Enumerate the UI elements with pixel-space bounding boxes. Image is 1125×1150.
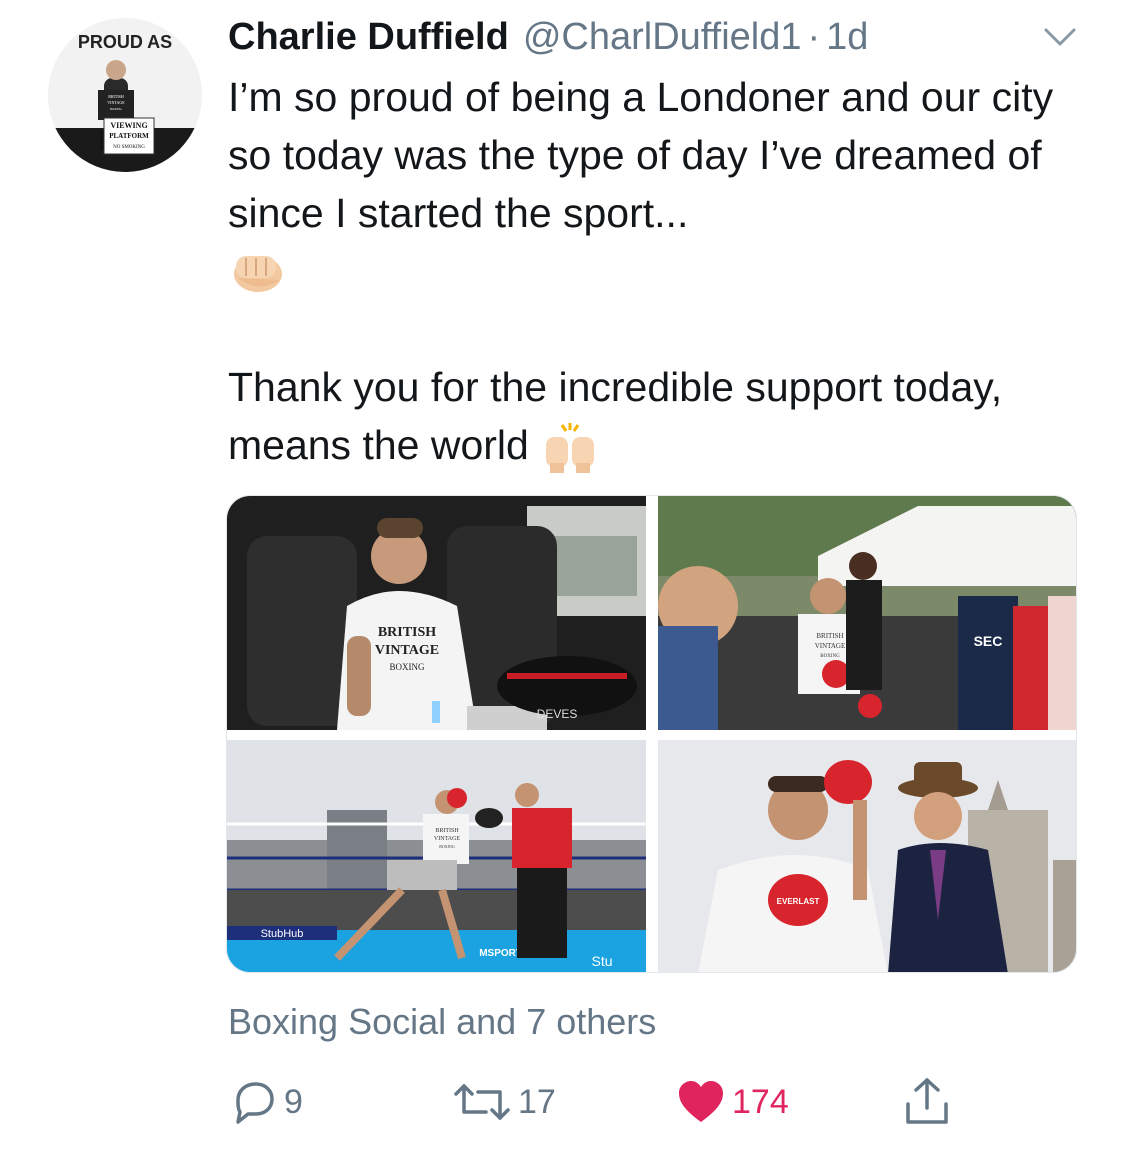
retweet-count: 17 <box>518 1082 556 1121</box>
tweet-actions: 9 17 174 <box>0 1070 1125 1134</box>
svg-text:VINTAGE: VINTAGE <box>815 642 846 650</box>
reply-icon <box>236 1082 274 1124</box>
chevron-down-icon[interactable] <box>1040 22 1080 52</box>
svg-text:VINTAGE: VINTAGE <box>434 836 461 842</box>
svg-text:BRITISH: BRITISH <box>435 828 459 834</box>
svg-text:BOXING: BOXING <box>110 107 122 111</box>
photo-portrait[interactable]: EVERLAST <box>658 740 1076 972</box>
tweet-text: I’m so proud of being a Londoner and our… <box>228 68 1088 242</box>
share-button[interactable] <box>902 1070 952 1134</box>
svg-text:BRITISH: BRITISH <box>816 632 843 640</box>
reply-button[interactable]: 9 <box>228 1070 303 1134</box>
photo-portrait-image: EVERLAST <box>658 740 1076 972</box>
social-context[interactable]: Boxing Social and 7 others <box>228 1000 656 1044</box>
svg-text:StubHub: StubHub <box>261 928 304 940</box>
svg-text:SEC: SEC <box>974 633 1003 649</box>
svg-text:VIEWING: VIEWING <box>110 121 147 130</box>
svg-text:PLATFORM: PLATFORM <box>109 132 149 140</box>
raised-hands-icon <box>546 423 595 474</box>
author-handle[interactable]: @CharlDuffield1 <box>523 12 802 62</box>
svg-text:Stu: Stu <box>591 953 612 969</box>
svg-text:BOXING: BOXING <box>439 844 455 849</box>
like-count: 174 <box>732 1082 789 1121</box>
tweet-text-second: Thank you for the incredible support tod… <box>228 358 1088 475</box>
retweet-icon <box>454 1084 510 1120</box>
photo-car-image: BRITISH VINTAGE BOXING DEVES <box>227 496 646 730</box>
photo-car[interactable]: BRITISH VINTAGE BOXING DEVES <box>227 496 646 730</box>
svg-text:EVERLAST: EVERLAST <box>777 897 820 906</box>
photo-crowd[interactable]: BRITISH VINTAGE BOXING SEC <box>658 496 1076 730</box>
svg-text:BOXING: BOXING <box>820 654 840 659</box>
avatar-image: PROUD AS BRITISH VINTAGE BOXING VIEWING … <box>48 18 202 172</box>
tweet-text-paragraph-1: I’m so proud of being a Londoner and our… <box>228 74 1054 236</box>
svg-text:BRITISH: BRITISH <box>378 625 436 640</box>
photo-ring-image: StubHub MSPORTS.COM Stu BRITISH VINTAGE … <box>227 740 646 972</box>
tweet-text-paragraph-2: Thank you for the incredible support tod… <box>228 364 1003 468</box>
author-name[interactable]: Charlie Duffield <box>228 12 509 62</box>
media-grid[interactable]: BRITISH VINTAGE BOXING DEVES BRITISH VIN… <box>226 495 1077 973</box>
svg-text:BOXING: BOXING <box>390 662 425 672</box>
avatar-top-text: PROUD AS <box>78 32 172 52</box>
tweet-header: Charlie Duffield @CharlDuffield1 · 1d <box>228 12 868 62</box>
retweet-button[interactable]: 17 <box>452 1070 556 1134</box>
photo-ring[interactable]: StubHub MSPORTS.COM Stu BRITISH VINTAGE … <box>227 740 646 972</box>
reply-count: 9 <box>284 1082 303 1121</box>
svg-text:NO SMOKING: NO SMOKING <box>113 145 145 150</box>
tweet[interactable]: PROUD AS BRITISH VINTAGE BOXING VIEWING … <box>0 0 1125 1150</box>
avatar[interactable]: PROUD AS BRITISH VINTAGE BOXING VIEWING … <box>48 18 202 172</box>
like-button[interactable]: 174 <box>676 1070 789 1134</box>
separator: · <box>807 16 821 58</box>
svg-text:DEVES: DEVES <box>537 707 578 721</box>
fist-icon <box>234 256 282 292</box>
svg-text:VINTAGE: VINTAGE <box>375 643 439 658</box>
timestamp[interactable]: 1d <box>826 12 868 62</box>
svg-text:VINTAGE: VINTAGE <box>107 100 125 105</box>
heart-icon <box>679 1081 723 1122</box>
photo-crowd-image: BRITISH VINTAGE BOXING SEC <box>658 496 1076 730</box>
share-icon <box>906 1078 948 1124</box>
svg-text:BRITISH: BRITISH <box>108 94 124 99</box>
